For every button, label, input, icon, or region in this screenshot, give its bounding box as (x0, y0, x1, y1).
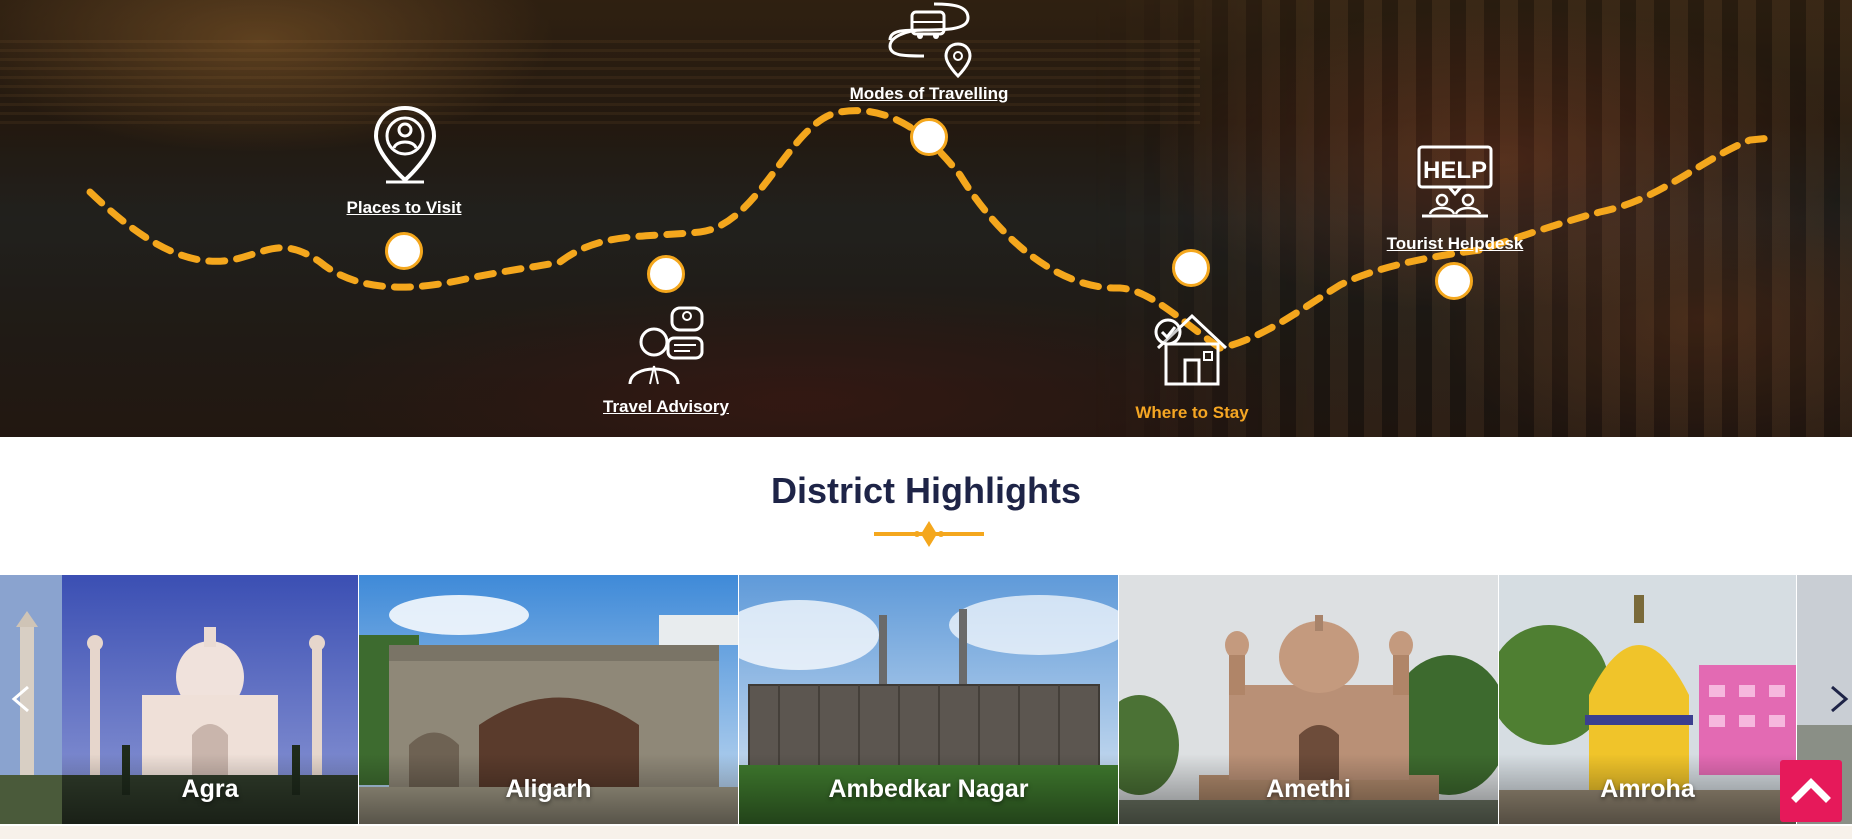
route-bus-icon (888, 2, 972, 78)
chevron-right-icon (1831, 685, 1849, 713)
scroll-to-top-button[interactable] (1780, 760, 1842, 822)
stop-label-travel-advisory[interactable]: Travel Advisory (603, 397, 729, 417)
stop-marker-tourist-helpdesk[interactable] (1435, 262, 1473, 300)
stop-label-modes-of-travelling[interactable]: Modes of Travelling (850, 84, 1009, 104)
district-card-amethi[interactable]: Amethi (1119, 575, 1498, 824)
carousel-next-button[interactable] (1818, 679, 1852, 719)
footer-strip (0, 826, 1852, 839)
home-check-icon (1154, 313, 1228, 386)
district-card-aligarh[interactable]: Aligarh (359, 575, 738, 824)
title-divider (874, 521, 984, 547)
chevron-up-icon (1791, 778, 1831, 803)
district-card-ambedkar-nagar[interactable]: Ambedkar Nagar (739, 575, 1118, 824)
district-carousel: Agra Aligarh Ambedkar Nagar Amethi Amroh… (0, 575, 1852, 824)
stop-marker-travel-advisory[interactable] (647, 255, 685, 293)
advisor-icon (628, 306, 704, 385)
district-name: Agra (181, 775, 239, 803)
location-person-icon (373, 105, 437, 184)
section-title: District Highlights (770, 470, 1081, 511)
stop-marker-where-to-stay[interactable] (1172, 249, 1210, 287)
help-desk-icon: HELP (1417, 145, 1493, 218)
help-sign-text: HELP (1423, 157, 1487, 184)
hero-banner: Places to Visit Travel Advisory Modes of… (0, 0, 1852, 437)
district-card-agra[interactable]: Agra (62, 575, 358, 824)
stop-marker-places-to-visit[interactable] (385, 232, 423, 270)
stop-label-tourist-helpdesk[interactable]: Tourist Helpdesk (1387, 234, 1524, 254)
district-name: Aligarh (505, 775, 592, 803)
district-name: Amethi (1266, 775, 1351, 803)
carousel-prev-button[interactable] (2, 679, 42, 719)
stop-label-places-to-visit[interactable]: Places to Visit (347, 198, 462, 218)
stop-marker-modes-of-travelling[interactable] (910, 118, 948, 156)
chevron-left-icon (11, 685, 29, 713)
district-name: Ambedkar Nagar (828, 775, 1029, 803)
district-name: Amroha (1600, 775, 1695, 803)
district-card-amroha[interactable]: Amroha (1499, 575, 1796, 824)
stop-label-where-to-stay[interactable]: Where to Stay (1135, 403, 1248, 423)
